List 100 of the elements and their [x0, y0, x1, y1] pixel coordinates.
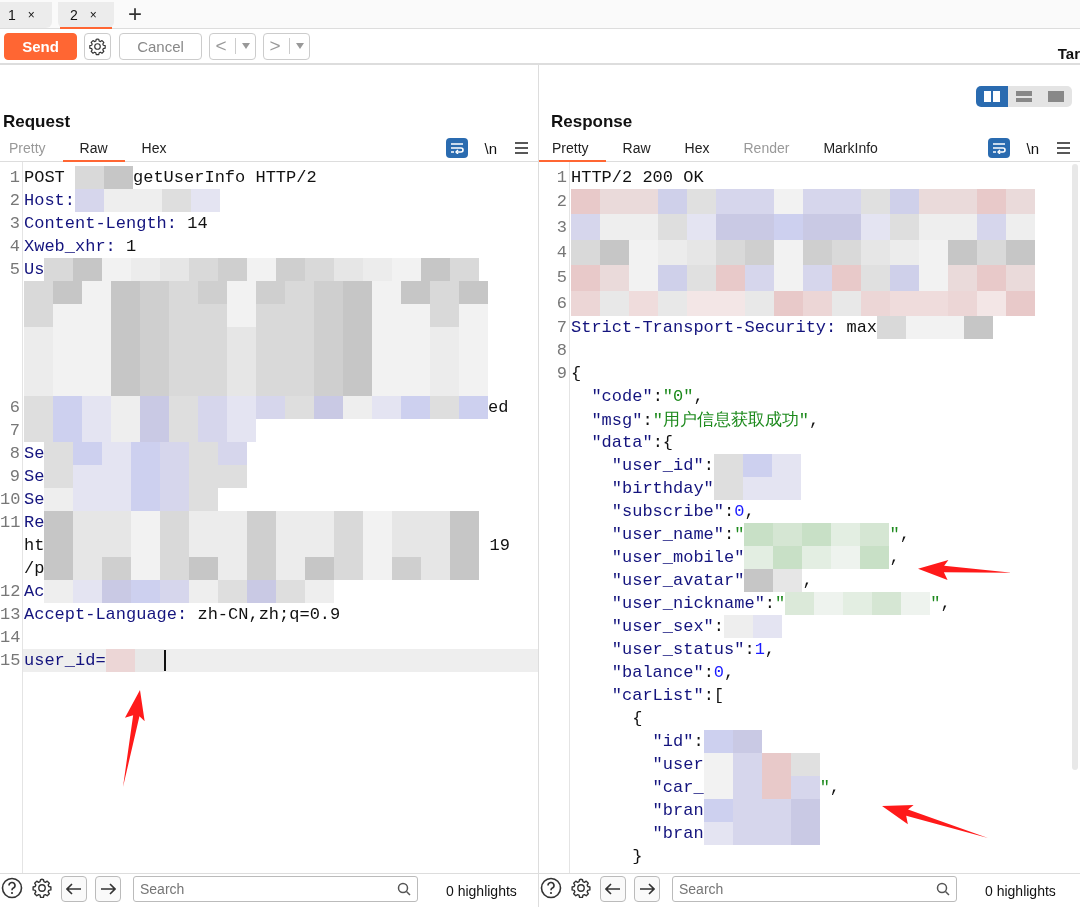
menu-icon[interactable] — [1057, 142, 1070, 154]
caret-icon — [295, 43, 304, 49]
line-number: 1 — [555, 168, 568, 187]
line-number: 9 — [8, 467, 21, 486]
code-text: ", — [819, 777, 841, 797]
right-arrow-icon — [100, 883, 116, 895]
code-text: Content-Length: 14 — [24, 214, 208, 233]
word-wrap-button[interactable] — [446, 138, 469, 158]
line-number: 5 — [555, 268, 568, 288]
view-tab[interactable]: Raw — [62, 135, 125, 161]
code-text: { — [631, 708, 643, 728]
line-number: 15 — [0, 651, 22, 670]
view-tab[interactable]: Hex — [667, 135, 727, 161]
code-text: "code":"0", — [590, 386, 704, 406]
code-text: ", — [930, 593, 951, 613]
highlights-count: 0 highlights — [985, 883, 1056, 899]
line-number: 8 — [555, 340, 568, 360]
code-text: "carList":[ — [610, 685, 725, 705]
code-text: "birthday" — [610, 478, 714, 498]
wrap-lines-icon — [992, 142, 1007, 154]
help-icon[interactable] — [540, 877, 562, 899]
layout-toggle-button[interactable] — [1008, 86, 1040, 107]
line-number: 12 — [0, 582, 22, 601]
code-text: "data":{ — [590, 432, 674, 452]
line-number: 2 — [8, 191, 21, 210]
newline-toggle[interactable]: \n — [1026, 139, 1039, 157]
line-number: 7 — [555, 317, 568, 337]
code-text: ht — [24, 536, 45, 555]
code-text: Re — [24, 513, 45, 532]
settings-button[interactable] — [570, 877, 592, 899]
line-number: 6 — [8, 398, 21, 417]
previous-button[interactable] — [600, 876, 626, 902]
code-text: POST — [24, 168, 66, 187]
panel-title: Request — [2, 111, 72, 133]
search-field[interactable]: Search — [672, 876, 957, 902]
line-number: 7 — [8, 421, 21, 440]
line-number: 3 — [8, 214, 21, 233]
code-text: getUserInfo HTTP/2 — [133, 168, 317, 187]
close-tab-button[interactable]: × — [27, 8, 35, 22]
line-number: 8 — [8, 444, 21, 463]
settings-button[interactable] — [31, 877, 53, 899]
search-icon — [936, 882, 950, 896]
code-editor[interactable]: 1 POST getUserInfo HTTP/2 2 Host: 3 Content-Length: 14 4 Xweb_xhr: 1 5 Us 6 ed 7 8 Se 9 Se 10 Se 11 Re ht 19 /p 12 Ac 13 Accept-Language: zh-CN,zh;q=0.9 14 15 user_id= — [0, 162, 538, 873]
view-tab[interactable]: MarkInfo — [806, 135, 895, 161]
caret-icon — [241, 43, 250, 49]
code-text: Us — [24, 260, 45, 279]
code-text: "bran — [651, 800, 704, 820]
line-number: 4 — [8, 237, 21, 256]
code-text: "subscribe":0, — [610, 501, 755, 521]
code-text: "user_avatar" — [610, 570, 745, 590]
search-field[interactable]: Search — [133, 876, 418, 902]
line-number: 13 — [0, 605, 22, 624]
code-text: Host: — [24, 191, 75, 210]
code-text: "user_sex": — [610, 616, 725, 636]
code-text: "car_ — [651, 777, 704, 797]
line-number: 10 — [0, 490, 22, 509]
code-text: Xweb_xhr: 1 — [24, 237, 137, 256]
word-wrap-button[interactable] — [988, 138, 1011, 158]
wrap-lines-icon — [450, 142, 465, 154]
code-text: "user_nickname":" — [610, 593, 786, 613]
code-text: } — [631, 846, 643, 866]
split-rows-icon — [1015, 90, 1033, 103]
new-tab-button[interactable]: + — [120, 0, 150, 28]
target-label: Tar — [1057, 45, 1080, 62]
next-button[interactable] — [634, 876, 660, 902]
tab[interactable]: 1 × — [0, 2, 52, 28]
line-number: 4 — [555, 242, 568, 262]
left-arrow-icon — [66, 883, 82, 895]
search-icon — [397, 882, 411, 896]
view-tab[interactable]: Pretty — [539, 135, 606, 161]
help-icon[interactable] — [1, 877, 23, 899]
code-text: Se — [24, 490, 45, 509]
text-cursor — [163, 650, 166, 671]
layout-toggle-button[interactable] — [976, 86, 1008, 107]
code-text: "user_name":" — [610, 524, 745, 544]
next-button[interactable] — [95, 876, 121, 902]
code-text: 19 — [488, 536, 510, 555]
left-arrow-icon — [605, 883, 621, 895]
newline-toggle[interactable]: \n — [484, 139, 497, 157]
line-number: 6 — [555, 293, 568, 313]
view-tab[interactable]: Raw — [605, 135, 668, 161]
tab[interactable]: 2 × — [58, 2, 114, 28]
code-text: "user_id": — [610, 455, 714, 475]
pixelated-redaction — [105, 649, 164, 672]
cancel-button[interactable]: Cancel — [119, 32, 202, 60]
menu-icon[interactable] — [515, 142, 528, 154]
code-text: , — [889, 547, 900, 567]
view-tab[interactable]: Hex — [124, 135, 184, 161]
code-text: "id": — [651, 731, 704, 751]
right-arrow-icon — [639, 883, 655, 895]
line-number: 9 — [555, 363, 568, 383]
code-text: Ac — [24, 582, 45, 601]
code-text: HTTP/2 200 OK — [571, 168, 704, 187]
line-number: 14 — [0, 628, 22, 647]
code-text: Se — [24, 467, 45, 486]
close-tab-button[interactable]: × — [89, 8, 97, 22]
code-text: { — [571, 363, 582, 383]
previous-button[interactable] — [61, 876, 87, 902]
layout-toggle-button[interactable] — [1040, 86, 1072, 107]
line-number: 5 — [8, 260, 21, 279]
